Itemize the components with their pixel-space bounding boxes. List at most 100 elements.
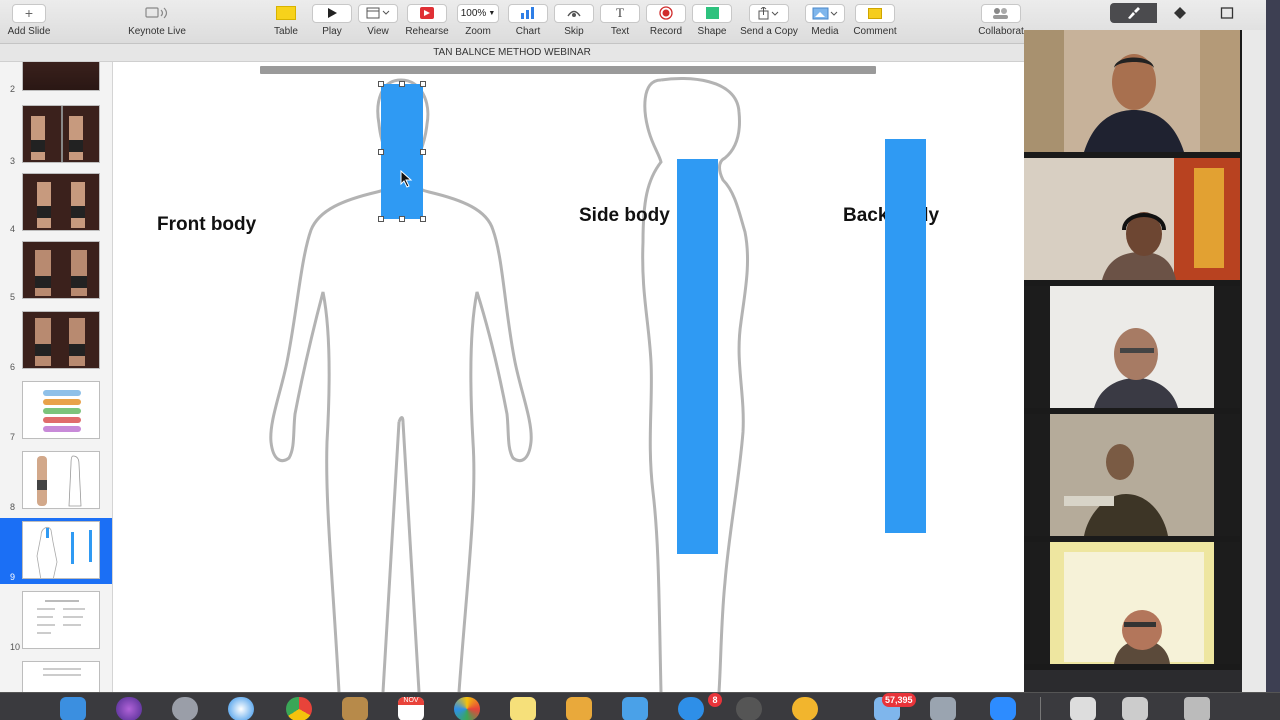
participant-video-5[interactable] bbox=[1024, 542, 1240, 664]
slide-thumbnail-8[interactable]: 8 bbox=[0, 448, 112, 514]
slide-thumbnail-3[interactable]: 3 bbox=[0, 102, 112, 168]
media-button[interactable]: Media bbox=[805, 2, 845, 42]
table-icon bbox=[276, 6, 296, 20]
zoom-icon[interactable] bbox=[990, 697, 1016, 720]
text-button[interactable]: T Text bbox=[600, 2, 640, 42]
notes-icon[interactable] bbox=[510, 697, 536, 720]
keynote-live-button[interactable]: Keynote Live bbox=[125, 2, 189, 42]
comment-icon bbox=[855, 3, 895, 23]
slide-thumbnail-9[interactable]: 9 bbox=[0, 518, 112, 584]
slide: Front body Side body Back body bbox=[113, 62, 1024, 692]
participant-avatar bbox=[1024, 542, 1240, 664]
document-icon[interactable] bbox=[1070, 697, 1096, 720]
animate-inspector-button[interactable] bbox=[1157, 3, 1204, 23]
slide-thumbnail-4[interactable]: 4 bbox=[0, 170, 112, 236]
participant-avatar bbox=[1024, 414, 1240, 536]
inspector-edge bbox=[1242, 30, 1266, 692]
front-body-bar-selected[interactable] bbox=[381, 84, 423, 219]
skip-icon bbox=[554, 3, 594, 23]
participant-avatar bbox=[1024, 286, 1240, 408]
chart-button[interactable]: Chart bbox=[508, 2, 548, 42]
side-body-bar[interactable] bbox=[677, 159, 718, 554]
play-button[interactable]: Play bbox=[312, 2, 352, 42]
slide-thumbnail-image bbox=[22, 591, 100, 649]
share-icon bbox=[749, 3, 789, 23]
launchpad-icon[interactable] bbox=[172, 697, 198, 720]
participant-video-2[interactable] bbox=[1024, 158, 1240, 280]
zoom-select[interactable]: 100% ▼ bbox=[457, 3, 499, 23]
rehearse-button[interactable]: Rehearse bbox=[404, 2, 450, 42]
add-slide-button[interactable]: + Add Slide bbox=[7, 2, 51, 42]
finder-icon[interactable] bbox=[60, 697, 86, 720]
safari-icon[interactable] bbox=[228, 697, 254, 720]
mail-badge: 57,395 bbox=[882, 693, 916, 707]
slide-thumbnail-image bbox=[22, 661, 100, 692]
slide-thumbnail-5[interactable]: 5 bbox=[0, 238, 112, 304]
rehearse-icon bbox=[407, 3, 447, 23]
play-icon bbox=[312, 3, 352, 23]
send-a-copy-button[interactable]: Send a Copy bbox=[739, 2, 799, 42]
slide-thumbnail-image bbox=[22, 173, 100, 231]
slide-thumbnail-image bbox=[22, 311, 100, 369]
document-icon[interactable] bbox=[1122, 697, 1148, 720]
contacts-icon[interactable] bbox=[792, 697, 818, 720]
resize-handle[interactable] bbox=[399, 216, 405, 222]
video-call-sidebar bbox=[1024, 30, 1242, 670]
front-body-label[interactable]: Front body bbox=[157, 214, 256, 236]
table-button[interactable]: Table bbox=[266, 2, 306, 42]
diamond-icon bbox=[1174, 7, 1186, 19]
participant-video-1[interactable] bbox=[1024, 30, 1240, 152]
resize-handle[interactable] bbox=[378, 149, 384, 155]
keynote-live-icon bbox=[137, 4, 177, 23]
record-button[interactable]: Record bbox=[646, 2, 686, 42]
trash-icon[interactable] bbox=[1184, 697, 1210, 720]
view-button[interactable]: View bbox=[358, 2, 398, 42]
desktop-background bbox=[1266, 0, 1280, 692]
collaborate-button[interactable]: Collaborat bbox=[977, 2, 1025, 42]
screenshot-icon[interactable] bbox=[930, 697, 956, 720]
app-store-icon[interactable] bbox=[678, 697, 704, 720]
slide-thumbnail-2[interactable]: 2 bbox=[0, 62, 112, 96]
document-inspector-button[interactable] bbox=[1203, 3, 1250, 23]
resize-handle[interactable] bbox=[399, 81, 405, 87]
chrome-icon[interactable] bbox=[286, 697, 312, 720]
shape-icon bbox=[692, 3, 732, 23]
zoom-control[interactable]: 100% ▼ Zoom bbox=[456, 2, 500, 42]
slide-thumbnail-image bbox=[22, 62, 100, 91]
record-icon bbox=[646, 3, 686, 23]
document-icon bbox=[1220, 7, 1233, 19]
skip-button[interactable]: Skip bbox=[554, 2, 594, 42]
participant-video-3[interactable] bbox=[1024, 286, 1240, 408]
document-title: TAN BALNCE METHOD WEBINAR bbox=[0, 44, 1024, 62]
shape-button[interactable]: Shape bbox=[692, 2, 732, 42]
slide-thumbnail-7[interactable]: 7 bbox=[0, 378, 112, 444]
side-body-label[interactable]: Side body bbox=[579, 205, 670, 227]
siri-icon[interactable] bbox=[116, 697, 142, 720]
slide-thumbnail-image bbox=[22, 105, 100, 163]
participant-avatar bbox=[1024, 30, 1240, 152]
mouse-cursor-icon bbox=[400, 170, 413, 188]
dock-divider bbox=[1040, 697, 1041, 720]
slide-thumbnail-10[interactable]: 10 bbox=[0, 588, 112, 654]
photos-icon[interactable] bbox=[454, 697, 480, 720]
participant-video-4[interactable] bbox=[1024, 414, 1240, 536]
notes-app-icon[interactable] bbox=[342, 697, 368, 720]
resize-handle[interactable] bbox=[378, 216, 384, 222]
slide-thumbnail-6[interactable]: 6 bbox=[0, 308, 112, 374]
format-inspector-button[interactable] bbox=[1110, 3, 1157, 23]
back-body-bar[interactable] bbox=[885, 139, 926, 533]
resize-handle[interactable] bbox=[420, 81, 426, 87]
resize-handle[interactable] bbox=[420, 216, 426, 222]
resize-handle[interactable] bbox=[420, 149, 426, 155]
collaborate-icon bbox=[981, 3, 1021, 23]
slide-thumbnail-image bbox=[22, 521, 100, 579]
keynote-icon[interactable] bbox=[566, 697, 592, 720]
slide-thumbnail-11[interactable] bbox=[0, 658, 112, 692]
slide-thumbnail-image bbox=[22, 241, 100, 299]
system-preferences-icon[interactable] bbox=[736, 697, 762, 720]
preview-icon[interactable] bbox=[622, 697, 648, 720]
resize-handle[interactable] bbox=[378, 81, 384, 87]
comment-button[interactable]: Comment bbox=[851, 2, 899, 42]
bar-chart-icon bbox=[508, 3, 548, 23]
calendar-icon[interactable]: NOV bbox=[398, 697, 424, 720]
